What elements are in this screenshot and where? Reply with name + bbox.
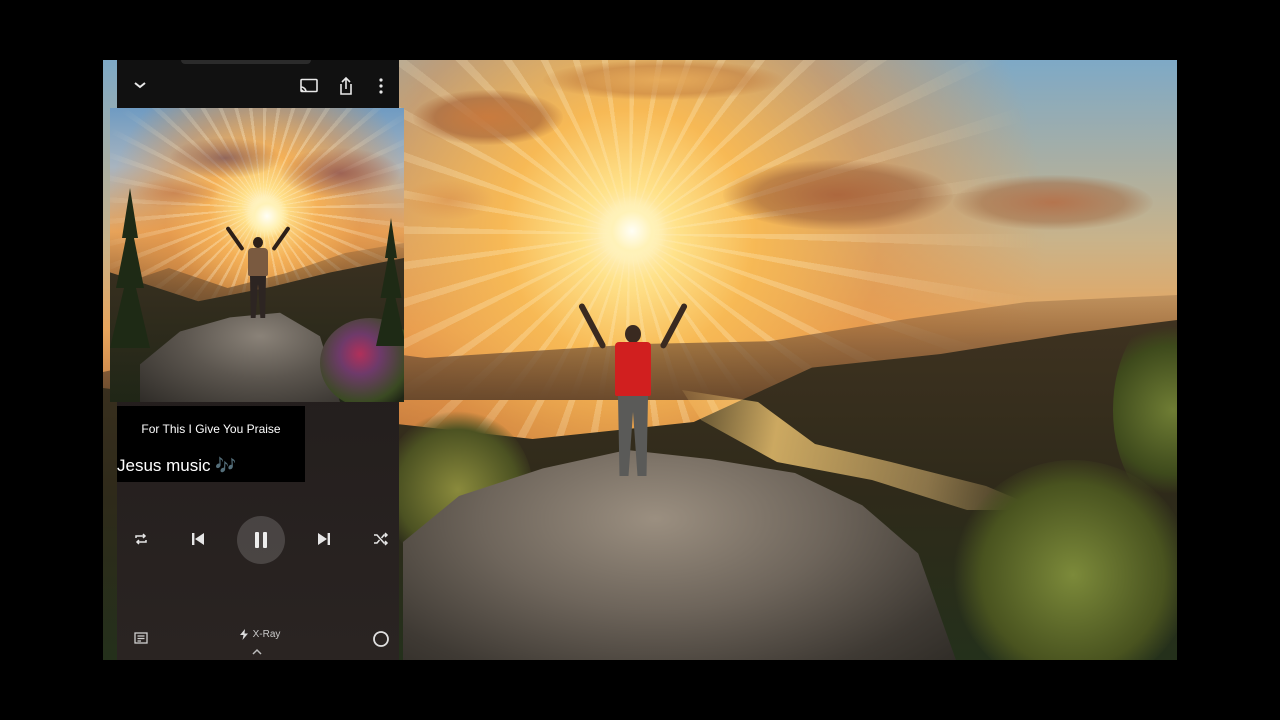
xray-button[interactable]: X-Ray [230,624,290,644]
head [625,325,641,343]
right-arm [659,302,689,350]
legs [618,396,648,476]
cast-icon [300,78,318,93]
more-options-button[interactable] [369,72,393,100]
chevron-down-icon [134,82,146,89]
cloud [280,148,400,198]
repeat-button[interactable] [128,526,154,552]
cloud [170,138,280,178]
chevron-up-icon [252,648,262,655]
cloud [953,175,1153,230]
channel-name[interactable]: Jesus music 🎶 [117,456,236,476]
person-arms-raised [573,300,693,480]
cloud [723,160,953,230]
repeat-icon [135,533,147,545]
previous-track-button[interactable] [185,526,211,552]
bolt-icon [239,628,248,640]
right-arm [271,225,291,252]
track-info-box: For This I Give You Praise Jesus music 🎶 [117,406,305,482]
left-arm [577,302,607,350]
sun [597,196,667,266]
xray-label: X-Ray [252,628,281,640]
next-track-button[interactable] [311,526,337,552]
album-art-thumbnail [110,108,404,402]
expand-button[interactable] [247,644,267,658]
head [253,237,263,248]
circle-button[interactable] [370,628,392,650]
cloud [130,178,220,208]
circle-icon [373,631,389,647]
share-icon [340,76,352,95]
pause-button[interactable] [237,516,285,564]
cloud [543,60,783,100]
more-vert-icon [379,78,383,94]
red-shirt [615,342,651,396]
torso [248,248,268,276]
cast-button[interactable] [295,74,323,98]
cloud [413,90,563,145]
legs [250,276,266,318]
skip-previous-icon [192,533,204,545]
queue-icon [134,632,148,644]
skip-next-icon [318,533,330,545]
shuffle-button[interactable] [368,526,394,552]
pause-icon [255,532,267,548]
cloud [403,180,493,220]
left-arm [225,225,245,252]
song-title[interactable]: For This I Give You Praise [117,422,305,436]
notch [181,60,311,64]
player-top-bar [117,60,399,108]
share-button[interactable] [333,72,359,100]
person-arms-raised [225,222,291,322]
collapse-button[interactable] [127,72,153,98]
shuffle-icon [374,532,389,546]
queue-button[interactable] [130,627,152,649]
